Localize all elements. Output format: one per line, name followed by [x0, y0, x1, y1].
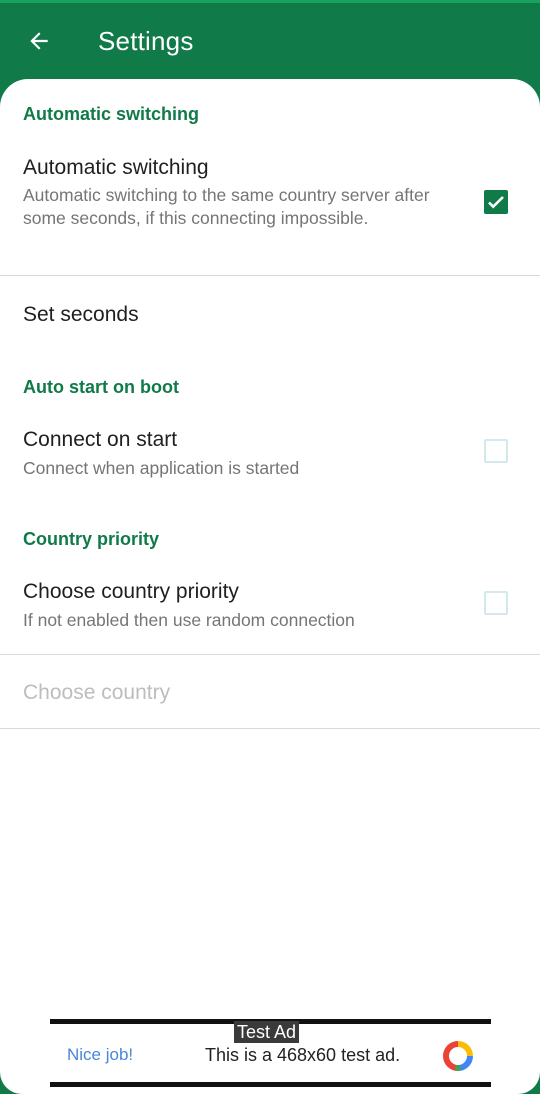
choose-country-title: Choose country	[23, 681, 171, 704]
settings-list: Automatic switching Automatic switching …	[0, 79, 540, 1094]
back-button[interactable]	[22, 24, 56, 58]
choose-country-priority-summary: If not enabled then use random connectio…	[23, 610, 355, 630]
ad-text: This is a 468x60 test ad.	[205, 1045, 401, 1065]
page-title: Settings	[98, 25, 194, 56]
section-header-country-priority: Country priority	[23, 529, 160, 549]
automatic-switching-summary: Automatic switching to the same country …	[23, 185, 430, 228]
checkmark-icon	[488, 196, 504, 209]
ad-badge: Test Ad	[234, 1021, 300, 1043]
choose-country-priority-title: Choose country priority	[23, 580, 239, 603]
ad-banner[interactable]: Test Ad Nice job! This is a 468x60 test …	[50, 1019, 491, 1087]
section-header-auto-start: Auto start on boot	[23, 377, 179, 397]
divider	[0, 728, 540, 729]
connect-on-start-summary: Connect when application is started	[23, 458, 300, 478]
section-header-automatic-switching: Automatic switching	[23, 104, 200, 124]
arrow-left-icon	[30, 32, 48, 50]
set-seconds-title: Set seconds	[23, 303, 139, 326]
connect-on-start-title: Connect on start	[23, 428, 178, 451]
automatic-switching-checkbox[interactable]	[484, 190, 508, 214]
connect-on-start-checkbox[interactable]	[484, 439, 508, 463]
choose-country-priority-checkbox[interactable]	[484, 591, 508, 615]
ad-logo-icon	[442, 1041, 473, 1071]
app-bar: Settings	[0, 3, 540, 79]
ad-nice-text: Nice job!	[67, 1045, 134, 1064]
automatic-switching-title: Automatic switching	[23, 156, 209, 179]
